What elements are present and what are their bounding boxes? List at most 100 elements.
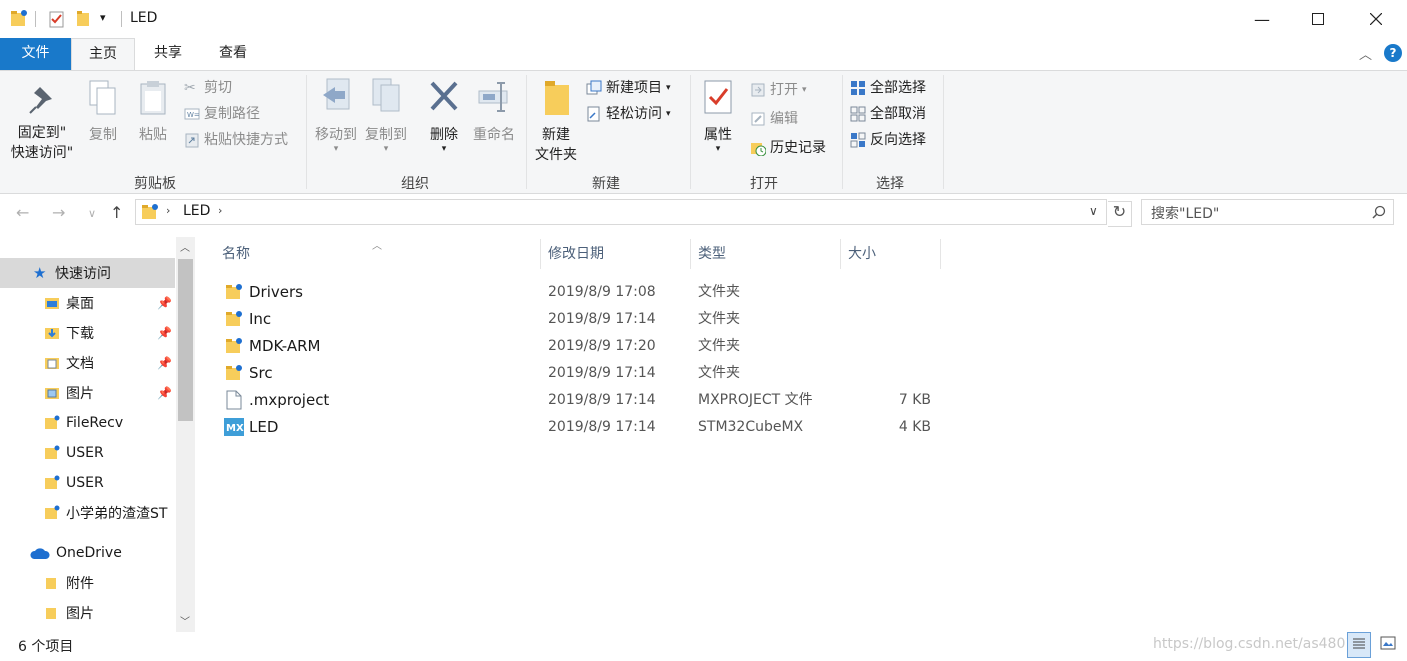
up-arrow-icon[interactable]: ↑ xyxy=(110,203,123,222)
invert-selection-label: 反向选择 xyxy=(870,132,926,148)
select-none-button[interactable]: 全部取消 xyxy=(850,103,926,125)
new-item-button[interactable]: 新建项目 ▾ xyxy=(586,77,671,99)
nav-item-downloads[interactable]: 下载 📌 xyxy=(0,318,175,348)
file-row[interactable]: MX LED 2019/8/9 17:14 STM32CubeMX 4 KB xyxy=(220,414,940,441)
collapse-ribbon-icon[interactable]: ︿ xyxy=(1359,44,1372,63)
pin-icon[interactable]: 📌 xyxy=(157,296,172,310)
edit-button[interactable]: 编辑 xyxy=(750,108,798,130)
folder-icon xyxy=(45,415,60,429)
back-arrow-icon[interactable]: ← xyxy=(16,203,29,222)
details-view-button[interactable] xyxy=(1347,632,1371,658)
nav-item-filerecv[interactable]: FileRecv xyxy=(0,408,175,438)
file-size xyxy=(848,279,931,306)
column-separator[interactable] xyxy=(940,239,941,269)
properties-icon[interactable] xyxy=(48,9,66,29)
refresh-icon[interactable]: ↻ xyxy=(1108,201,1132,227)
scroll-down-icon[interactable]: ﹀ xyxy=(180,613,190,628)
paste-button[interactable]: 粘贴 xyxy=(134,79,172,145)
nav-item-onedrive-pictures[interactable]: 图片 xyxy=(0,598,175,628)
tab-home[interactable]: 主页 xyxy=(71,38,135,71)
onedrive-cloud-icon xyxy=(30,548,50,559)
select-all-label: 全部选择 xyxy=(870,80,926,96)
move-to-button[interactable]: 移动到 ▾ xyxy=(312,77,360,154)
nav-scrollbar[interactable]: ︿ ﹀ xyxy=(176,237,195,632)
copy-path-button[interactable]: W= 复制路径 xyxy=(184,103,260,125)
nav-item-pictures[interactable]: 图片 📌 xyxy=(0,378,175,408)
nav-item-label: 图片 xyxy=(66,386,94,402)
file-row[interactable]: MDK-ARM 2019/8/9 17:20 文件夹 xyxy=(220,333,940,360)
new-folder-icon[interactable] xyxy=(75,9,93,29)
file-date: 2019/8/9 17:14 xyxy=(548,392,656,408)
breadcrumb-chevron-icon[interactable]: › xyxy=(166,204,170,217)
forward-arrow-icon[interactable]: → xyxy=(52,203,65,222)
scroll-thumb[interactable] xyxy=(178,259,193,421)
breadcrumb-led[interactable]: LED xyxy=(183,203,210,219)
edit-icon xyxy=(751,112,765,126)
large-icons-view-button[interactable] xyxy=(1376,632,1400,658)
invert-selection-button[interactable]: 反向选择 xyxy=(850,129,926,151)
minimize-button[interactable]: — xyxy=(1233,0,1291,38)
file-row[interactable]: Inc 2019/8/9 17:14 文件夹 xyxy=(220,306,940,333)
column-header-type[interactable]: 类型 xyxy=(686,237,836,271)
group-separator xyxy=(943,75,944,189)
pin-to-quick-access-button[interactable]: 固定到" 快速访问" xyxy=(6,83,78,163)
copy-button[interactable]: 复制 xyxy=(84,79,122,145)
pin-icon[interactable]: 📌 xyxy=(157,326,172,340)
nav-quick-access[interactable]: ★ 快速访问 xyxy=(0,258,175,288)
column-header-size[interactable]: 大小 xyxy=(836,237,940,271)
nav-item-user[interactable]: USER xyxy=(0,438,175,468)
open-button[interactable]: 打开 ▾ xyxy=(750,79,807,101)
select-all-icon xyxy=(851,81,865,95)
file-row[interactable]: .mxproject 2019/8/9 17:14 MXPROJECT 文件 7… xyxy=(220,387,940,414)
column-header-name[interactable]: 名称 xyxy=(210,237,540,271)
large-icons-view-icon xyxy=(1380,636,1396,650)
address-bar[interactable]: › LED › ∨ xyxy=(135,199,1107,225)
easy-access-dropdown-icon: ▾ xyxy=(666,109,671,119)
breadcrumb-chevron-icon[interactable]: › xyxy=(218,204,222,217)
new-item-icon xyxy=(586,80,602,95)
column-header-date[interactable]: 修改日期 xyxy=(536,237,686,271)
properties-button[interactable]: 属性 ▾ xyxy=(696,77,740,154)
tab-file[interactable]: 文件 xyxy=(0,38,71,70)
file-row[interactable]: Drivers 2019/8/9 17:08 文件夹 xyxy=(220,279,940,306)
folder-icon xyxy=(45,505,60,519)
copy-to-button[interactable]: 复制到 ▾ xyxy=(362,77,410,154)
nav-item-folder[interactable]: 小学弟的渣渣ST xyxy=(0,498,175,528)
search-input[interactable]: 搜索"LED" xyxy=(1141,199,1394,225)
paste-icon xyxy=(140,81,166,115)
tab-share[interactable]: 共享 xyxy=(137,38,199,70)
close-button[interactable] xyxy=(1347,0,1405,38)
history-button[interactable]: 历史记录 xyxy=(750,137,826,159)
pin-icon[interactable]: 📌 xyxy=(157,386,172,400)
cut-button[interactable]: ✂ 剪切 xyxy=(184,77,232,99)
nav-onedrive-label: OneDrive xyxy=(56,545,122,561)
copy-to-icon xyxy=(372,78,400,112)
delete-button[interactable]: 删除 ▾ xyxy=(424,77,464,154)
nav-item-documents[interactable]: 文档 📌 xyxy=(0,348,175,378)
rename-button[interactable]: 重命名 xyxy=(468,77,520,145)
delete-x-icon xyxy=(430,81,458,111)
tab-view[interactable]: 查看 xyxy=(202,38,264,70)
paste-shortcut-button[interactable]: 粘贴快捷方式 xyxy=(184,129,288,151)
file-date: 2019/8/9 17:14 xyxy=(548,365,656,381)
maximize-button[interactable] xyxy=(1289,0,1347,38)
file-name: MDK-ARM xyxy=(249,337,321,355)
move-to-dropdown-icon: ▾ xyxy=(333,144,339,154)
scroll-up-icon[interactable]: ︿ xyxy=(180,239,190,254)
easy-access-button[interactable]: 轻松访问 ▾ xyxy=(586,103,671,125)
desktop-folder-icon xyxy=(45,298,59,309)
recent-locations-chevron-icon[interactable]: ∨ xyxy=(88,207,96,220)
file-icon xyxy=(226,390,242,410)
qat-dropdown-icon[interactable]: ▾ xyxy=(100,11,118,31)
nav-item-attachments[interactable]: 附件 xyxy=(0,568,175,598)
help-icon[interactable]: ? xyxy=(1384,44,1402,62)
pin-icon[interactable]: 📌 xyxy=(157,356,172,370)
nav-item-label: FileRecv xyxy=(66,415,124,431)
new-folder-button[interactable]: 新建 文件夹 xyxy=(530,77,582,165)
nav-item-user[interactable]: USER xyxy=(0,468,175,498)
nav-item-desktop[interactable]: 桌面 📌 xyxy=(0,288,175,318)
nav-onedrive[interactable]: OneDrive xyxy=(0,538,175,568)
select-all-button[interactable]: 全部选择 xyxy=(850,77,926,99)
address-dropdown-icon[interactable]: ∨ xyxy=(1089,204,1098,218)
file-row[interactable]: Src 2019/8/9 17:14 文件夹 xyxy=(220,360,940,387)
